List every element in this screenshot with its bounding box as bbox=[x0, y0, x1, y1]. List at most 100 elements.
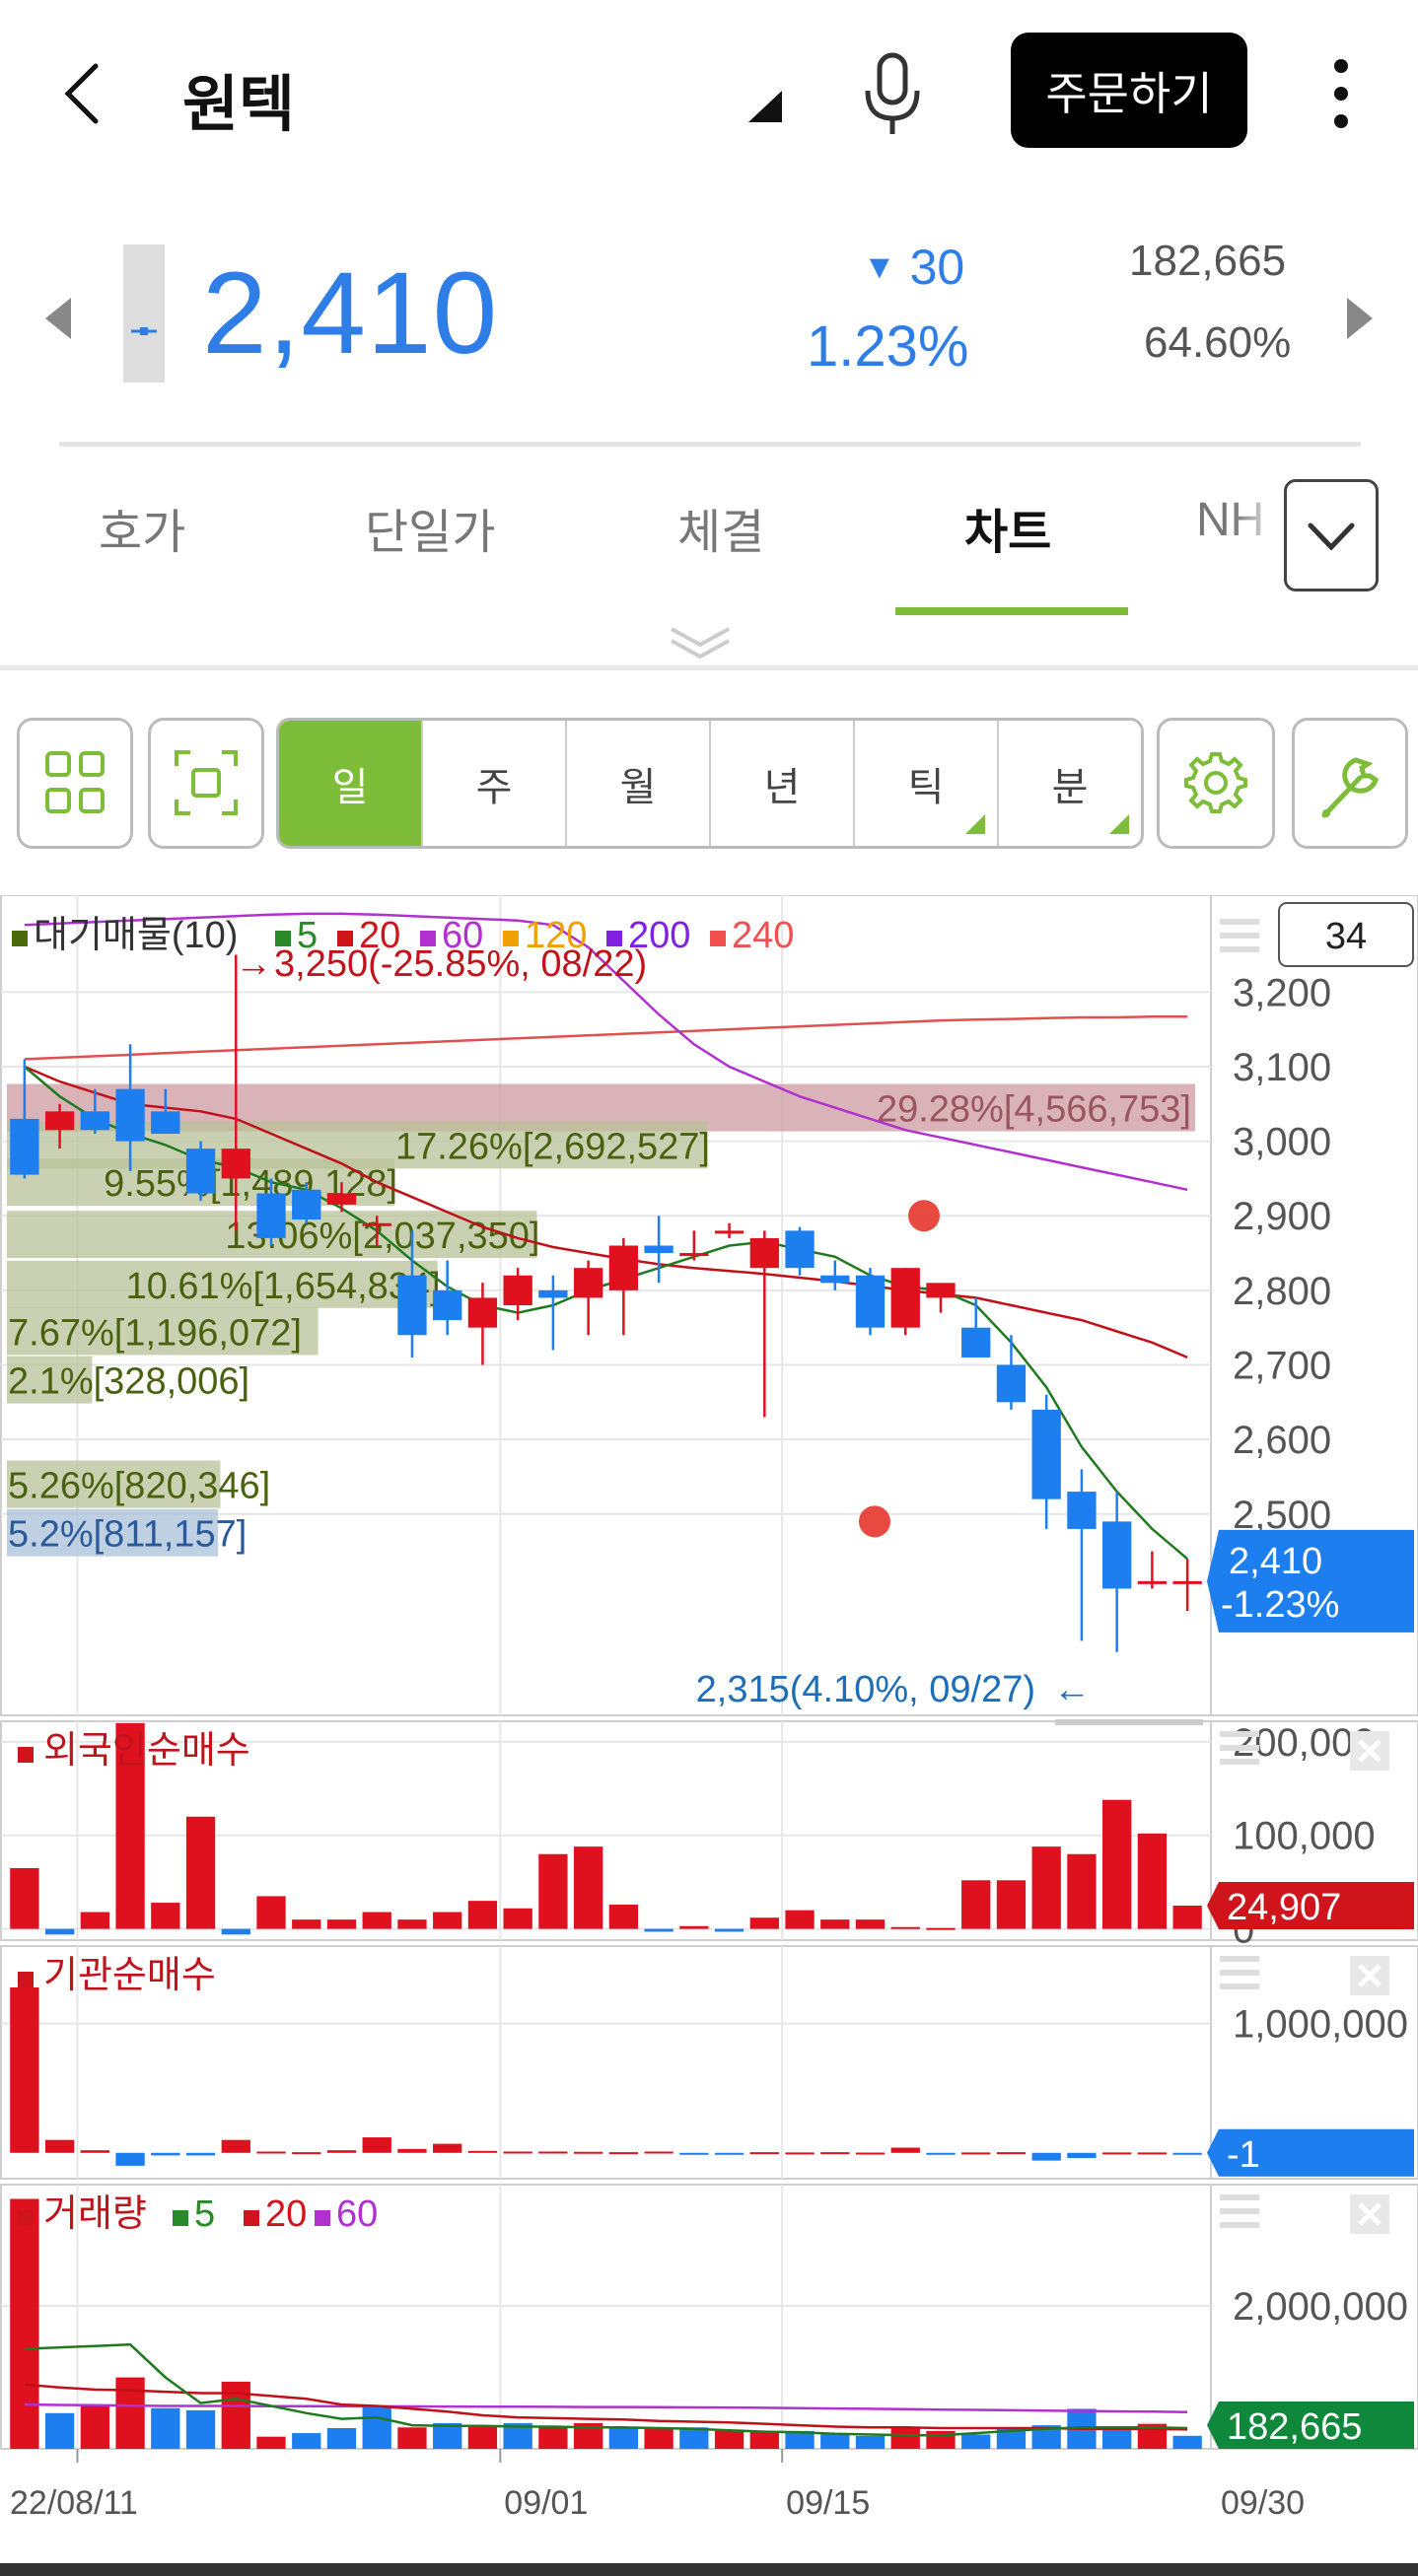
chart-scrollbar bbox=[1055, 1719, 1203, 1725]
volume-profile-label: 17.26%[2,692,527] bbox=[395, 1126, 710, 1167]
candle-body bbox=[326, 1193, 357, 1205]
bar bbox=[890, 2147, 920, 2153]
y-tick-label: 3,200 bbox=[1233, 971, 1331, 1014]
period-button-4[interactable]: 틱 bbox=[855, 721, 999, 846]
price-change-percent: 1.23% bbox=[807, 314, 969, 379]
bar bbox=[855, 1919, 886, 1929]
candle-body bbox=[608, 1245, 639, 1290]
fullscreen-button[interactable] bbox=[148, 718, 264, 849]
period-label: 주 bbox=[475, 765, 513, 809]
stock-name[interactable]: 원텍 bbox=[182, 54, 295, 143]
price-change-value: 30 bbox=[909, 240, 965, 295]
panel-title-swatch bbox=[18, 2210, 34, 2226]
panel-last-value: -1 bbox=[1227, 2134, 1260, 2176]
tab-chart[interactable]: 차트 bbox=[964, 493, 1051, 562]
tab-menu-button[interactable] bbox=[1284, 479, 1379, 592]
layout-grid-button[interactable] bbox=[17, 718, 133, 849]
candle-body bbox=[362, 1222, 391, 1226]
tab-single-price[interactable]: 단일가 bbox=[365, 493, 495, 562]
candle-body bbox=[538, 1289, 568, 1298]
legend-label: 60 bbox=[336, 2193, 378, 2235]
bar bbox=[714, 2429, 744, 2449]
candle-body bbox=[256, 1193, 286, 1238]
high-price-note: 3,250(-25.85%, 08/22) bbox=[274, 943, 647, 985]
candle-body bbox=[890, 1268, 920, 1328]
section-divider bbox=[0, 665, 1418, 670]
bar bbox=[1172, 2152, 1202, 2155]
candle-body bbox=[679, 1253, 709, 1257]
bar bbox=[80, 2150, 109, 2153]
volume-profile-label: 5.2%[811,157] bbox=[8, 1514, 247, 1556]
bar bbox=[397, 2427, 427, 2449]
candle-body bbox=[926, 1283, 956, 1298]
legend-swatch bbox=[173, 2210, 188, 2226]
collapse-chevron-icon[interactable] bbox=[666, 623, 735, 662]
bar bbox=[679, 2427, 709, 2449]
y-tick-label: 2,800 bbox=[1233, 1270, 1331, 1313]
volume-profile-label: 7.67%[1,196,072] bbox=[8, 1312, 302, 1354]
period-label: 분 bbox=[1051, 765, 1089, 809]
chevron-down-icon bbox=[1308, 522, 1355, 551]
previous-stock-icon[interactable] bbox=[39, 294, 75, 343]
period-selector: 일 주 월년틱 분 bbox=[276, 718, 1144, 849]
next-stock-icon[interactable] bbox=[1343, 294, 1379, 343]
panel-menu-icon bbox=[1220, 2194, 1259, 2200]
y-tick-label: 2,900 bbox=[1233, 1195, 1331, 1238]
panel-title: 기관순매수 bbox=[43, 1955, 216, 1996]
bottom-bar bbox=[0, 2563, 1418, 2576]
bar bbox=[1067, 1853, 1097, 1929]
period-button-0[interactable]: 일 bbox=[279, 721, 423, 846]
bar bbox=[926, 1927, 956, 1930]
panel-menu-icon bbox=[1220, 946, 1259, 952]
candle-body bbox=[503, 1275, 532, 1305]
x-tick-label: 09/01 bbox=[504, 2484, 588, 2522]
period-label: 일 bbox=[331, 765, 369, 809]
visible-count: 34 bbox=[1325, 916, 1367, 957]
candle-body bbox=[115, 1088, 145, 1142]
volume-profile-label: 5.26%[820,346] bbox=[8, 1466, 270, 1507]
legend-label: 5 bbox=[194, 2193, 215, 2235]
bar bbox=[433, 2143, 462, 2153]
chart-canvas[interactable]: 29.28%[4,566,753]17.26%[2,692,527]9.55%[… bbox=[0, 895, 1418, 2563]
bar bbox=[1031, 2152, 1061, 2161]
bar bbox=[961, 1880, 991, 1929]
stock-chart[interactable]: 29.28%[4,566,753] 17.26%[2,692,527] 9.55%[… bbox=[0, 895, 1418, 2576]
candle-body bbox=[1137, 1580, 1168, 1584]
stock-selector-triangle-icon[interactable] bbox=[744, 87, 784, 126]
candle-body bbox=[855, 1275, 886, 1328]
period-button-2[interactable]: 월 bbox=[567, 721, 711, 846]
period-button-5[interactable]: 분 bbox=[999, 721, 1141, 846]
bar bbox=[1067, 2152, 1097, 2159]
panel-menu-icon bbox=[1220, 2222, 1259, 2228]
y-tick-label: 2,700 bbox=[1233, 1345, 1331, 1388]
candle-body bbox=[44, 1111, 75, 1131]
bar bbox=[538, 1853, 568, 1929]
bar bbox=[362, 2405, 391, 2449]
microphone-icon[interactable] bbox=[858, 49, 927, 138]
back-arrow-icon[interactable] bbox=[54, 54, 113, 133]
tab-trades[interactable]: 체결 bbox=[677, 493, 764, 562]
high-price-arrow-icon: → bbox=[235, 943, 272, 985]
panel-last-value: 182,665 bbox=[1227, 2406, 1362, 2448]
legend-label: 20 bbox=[265, 2193, 307, 2235]
bar bbox=[1137, 1833, 1168, 1929]
bar bbox=[80, 1912, 109, 1929]
more-options-icon[interactable] bbox=[1326, 54, 1356, 133]
tab-orderbook[interactable]: 호가 bbox=[99, 493, 185, 562]
bar bbox=[44, 2139, 75, 2153]
order-button[interactable]: 주문하기 bbox=[1011, 33, 1247, 148]
trading-volume: 182,665 bbox=[1129, 237, 1287, 285]
chart-settings-button[interactable] bbox=[1157, 718, 1275, 849]
bar bbox=[1137, 2152, 1168, 2155]
period-button-1[interactable]: 주 bbox=[423, 721, 567, 846]
bar bbox=[538, 2151, 568, 2154]
panel-menu-icon bbox=[1220, 933, 1259, 939]
drawing-tools-button[interactable] bbox=[1292, 718, 1408, 849]
bar bbox=[362, 1912, 391, 1929]
period-button-3[interactable]: 년 bbox=[711, 721, 855, 846]
bar bbox=[151, 2407, 180, 2449]
y-tick-label: 3,000 bbox=[1233, 1121, 1331, 1164]
bar bbox=[890, 1926, 920, 1929]
panel-title: 거래량 bbox=[43, 2193, 147, 2235]
bar bbox=[10, 1867, 39, 1929]
